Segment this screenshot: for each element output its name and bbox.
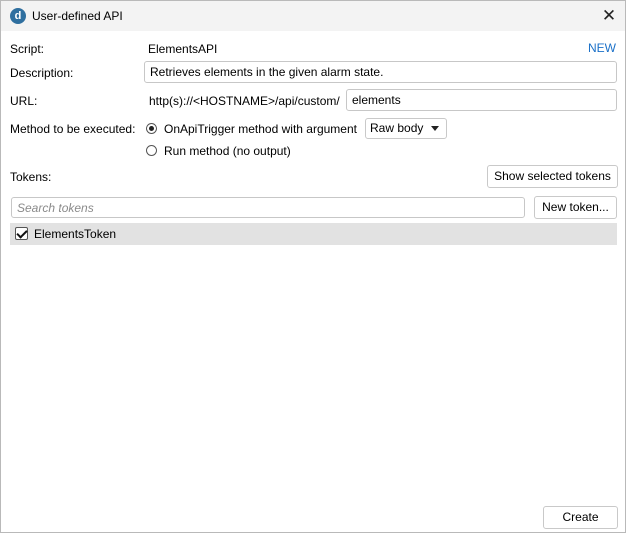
app-logo-icon: d <box>10 8 26 24</box>
argument-select-value: Raw body <box>370 121 424 135</box>
window-title: User-defined API <box>32 9 123 23</box>
method-option-run-label[interactable]: Run method (no output) <box>164 144 291 158</box>
chevron-down-icon <box>431 126 439 131</box>
method-radio-run[interactable] <box>146 145 157 156</box>
token-checkbox[interactable] <box>15 227 28 240</box>
description-input[interactable]: Retrieves elements in the given alarm st… <box>144 61 617 83</box>
new-token-button[interactable]: New token... <box>534 196 617 219</box>
token-name: ElementsToken <box>34 227 117 241</box>
script-value: ElementsAPI <box>148 42 218 56</box>
description-label: Description: <box>10 66 74 80</box>
new-link[interactable]: NEW <box>588 41 616 55</box>
script-label: Script: <box>10 42 45 56</box>
title-bar: d User-defined API ✕ <box>1 1 625 31</box>
token-list-item[interactable]: ElementsToken <box>10 223 617 245</box>
tokens-label: Tokens: <box>10 170 52 184</box>
method-option-onapitrigger-label[interactable]: OnApiTrigger method with argument <box>164 122 357 136</box>
url-input[interactable]: elements <box>346 89 617 111</box>
search-tokens-input[interactable]: Search tokens <box>11 197 525 218</box>
method-label: Method to be executed: <box>10 122 136 136</box>
url-prefix: http(s)://<HOSTNAME>/api/custom/ <box>149 94 340 108</box>
dialog-window: d User-defined API ✕ Script: ElementsAPI… <box>0 0 626 533</box>
method-radio-onapitrigger[interactable] <box>146 123 157 134</box>
create-button[interactable]: Create <box>543 506 618 529</box>
show-selected-tokens-button[interactable]: Show selected tokens <box>487 165 618 188</box>
argument-select[interactable]: Raw body <box>365 118 447 139</box>
search-placeholder: Search tokens <box>17 201 94 215</box>
close-icon[interactable]: ✕ <box>597 5 621 27</box>
url-label: URL: <box>10 94 38 108</box>
